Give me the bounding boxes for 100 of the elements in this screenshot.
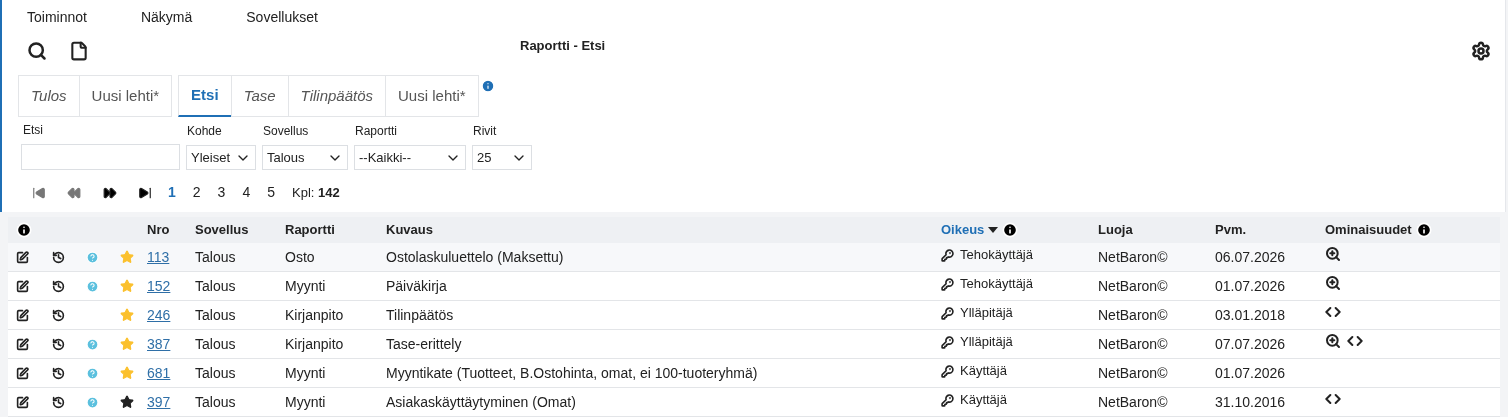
page-link[interactable]: 4 bbox=[242, 182, 251, 203]
next-page-icon[interactable] bbox=[102, 185, 118, 200]
code-icon[interactable] bbox=[1347, 333, 1363, 349]
history-icon[interactable] bbox=[52, 366, 65, 380]
column-header[interactable]: Nro bbox=[147, 220, 170, 240]
table-cell-text: Päiväkirja bbox=[386, 276, 448, 296]
search-field[interactable] bbox=[21, 144, 180, 170]
history-icon[interactable] bbox=[52, 308, 65, 322]
last-page-icon[interactable] bbox=[138, 185, 152, 200]
table-cell-text: Talous bbox=[195, 334, 237, 354]
info-icon[interactable] bbox=[1415, 222, 1432, 238]
tab[interactable]: Tase bbox=[230, 75, 289, 117]
table-cell-text: Kirjanpito bbox=[285, 334, 345, 354]
previous-page-icon[interactable] bbox=[66, 185, 82, 200]
search-icon[interactable] bbox=[1325, 333, 1341, 349]
info-icon[interactable] bbox=[1002, 222, 1019, 238]
tab[interactable]: Etsi bbox=[178, 75, 232, 117]
table-cell-text: Tase-erittely bbox=[386, 334, 463, 354]
table-cell-text: 03.01.2018 bbox=[1215, 305, 1287, 325]
field-label: Raportti bbox=[355, 123, 399, 140]
column-header[interactable]: Luoja bbox=[1098, 220, 1133, 240]
key-icon bbox=[941, 393, 954, 407]
code-icon[interactable] bbox=[1325, 391, 1341, 407]
search-icon[interactable] bbox=[1325, 275, 1341, 291]
table-cell-text: NetBaron© bbox=[1098, 276, 1169, 296]
sort-caret-icon[interactable] bbox=[988, 227, 999, 233]
report-number-link[interactable]: 397 bbox=[147, 391, 171, 413]
menu-item[interactable]: Näkymä bbox=[140, 7, 193, 28]
table-cell-text: Talous bbox=[195, 363, 237, 383]
dropdown[interactable]: Talous bbox=[262, 145, 348, 170]
search-icon[interactable] bbox=[1325, 246, 1341, 262]
tab[interactable]: Uusi lehti* bbox=[385, 75, 479, 117]
table-cell-text: NetBaron© bbox=[1098, 392, 1169, 412]
code-icon[interactable] bbox=[1325, 304, 1341, 320]
table-cell-text: Käyttäjä bbox=[960, 362, 1007, 381]
column-header[interactable]: Ominaisuudet bbox=[1325, 220, 1412, 240]
field-label: Sovellus bbox=[263, 123, 310, 140]
column-header[interactable]: Kuvaus bbox=[386, 220, 433, 240]
column-header[interactable]: Sovellus bbox=[195, 220, 249, 240]
table-cell-text: NetBaron© bbox=[1098, 363, 1169, 383]
item-count: Kpl: 142 bbox=[292, 183, 340, 202]
table-cell-text: 06.07.2026 bbox=[1215, 247, 1287, 267]
table-cell-text: 07.07.2026 bbox=[1215, 334, 1287, 354]
menu-item[interactable]: Toiminnot bbox=[27, 7, 87, 28]
dropdown[interactable]: Yleiset bbox=[186, 145, 256, 170]
history-icon[interactable] bbox=[52, 250, 65, 264]
page-link[interactable]: 1 bbox=[168, 182, 176, 203]
edit-icon[interactable] bbox=[16, 395, 29, 409]
history-icon[interactable] bbox=[52, 395, 65, 409]
history-icon[interactable] bbox=[52, 337, 65, 351]
report-number-link[interactable]: 113 bbox=[147, 246, 170, 268]
tab[interactable]: Uusi lehti* bbox=[78, 75, 173, 117]
page-link[interactable]: 3 bbox=[217, 182, 226, 203]
table-cell-text: Asiakaskäyttäytyminen (Omat) bbox=[386, 392, 577, 412]
table-cell-text: 01.07.2026 bbox=[1215, 363, 1287, 383]
settings-icon[interactable] bbox=[1471, 41, 1491, 61]
tab[interactable]: Tulos bbox=[18, 75, 80, 117]
tab[interactable]: Tilinpäätös bbox=[287, 75, 387, 117]
dropdown[interactable]: 25 bbox=[472, 145, 532, 170]
table-cell-text: Osto bbox=[285, 247, 316, 267]
report-number-link[interactable]: 681 bbox=[147, 362, 171, 384]
table-cell-text: Kirjanpito bbox=[285, 305, 345, 325]
table-cell-text: Tilinpäätös bbox=[386, 305, 455, 325]
table-cell-text: Talous bbox=[195, 305, 237, 325]
table-cell-text: Talous bbox=[195, 276, 237, 296]
dropdown[interactable]: --Kaikki-- bbox=[354, 145, 466, 170]
column-header[interactable]: Raportti bbox=[285, 220, 335, 240]
history-icon[interactable] bbox=[52, 279, 65, 293]
star-icon[interactable] bbox=[120, 395, 134, 409]
edit-icon[interactable] bbox=[16, 366, 29, 380]
report-number-link[interactable]: 246 bbox=[147, 304, 171, 326]
report-number-link[interactable]: 387 bbox=[147, 333, 171, 355]
table-cell-text: Myyntikate (Tuotteet, B.Ostohinta, omat, ei 100-tuoteryhmä) bbox=[386, 363, 759, 383]
field-label: Kohde bbox=[187, 123, 223, 140]
page-title: Raportti - Etsi bbox=[520, 37, 606, 56]
table-cell-text: Talous bbox=[195, 392, 237, 412]
table-cell-text: Tehokäyttäjä bbox=[960, 275, 1033, 294]
table-cell-text: NetBaron© bbox=[1098, 305, 1169, 325]
edit-icon[interactable] bbox=[16, 337, 29, 351]
table-cell-text: Ylläpitäjä bbox=[960, 304, 1013, 323]
first-page-icon[interactable] bbox=[32, 185, 46, 200]
table-cell-text: NetBaron© bbox=[1098, 334, 1169, 354]
table-cell-text: Tehokäyttäjä bbox=[960, 246, 1033, 265]
page-link[interactable]: 5 bbox=[267, 182, 275, 203]
column-header[interactable]: Pvm. bbox=[1215, 220, 1247, 240]
key-icon bbox=[941, 335, 954, 349]
field-label: Rivit bbox=[473, 123, 498, 140]
edit-icon[interactable] bbox=[16, 279, 29, 293]
table-cell-text: Ylläpitäjä bbox=[960, 333, 1013, 352]
table-cell-text: Ostolaskuluettelo (Maksettu) bbox=[386, 247, 565, 267]
search-icon[interactable] bbox=[27, 41, 47, 61]
table-cell-text: Myynti bbox=[285, 392, 327, 412]
info-icon[interactable] bbox=[16, 222, 32, 238]
page-link[interactable]: 2 bbox=[192, 182, 201, 203]
new-document-icon[interactable] bbox=[69, 41, 89, 61]
edit-icon[interactable] bbox=[16, 250, 29, 264]
menu-item[interactable]: Sovellukset bbox=[246, 7, 318, 28]
column-header[interactable]: Oikeus bbox=[941, 220, 985, 240]
report-number-link[interactable]: 152 bbox=[147, 275, 171, 297]
edit-icon[interactable] bbox=[16, 308, 29, 322]
